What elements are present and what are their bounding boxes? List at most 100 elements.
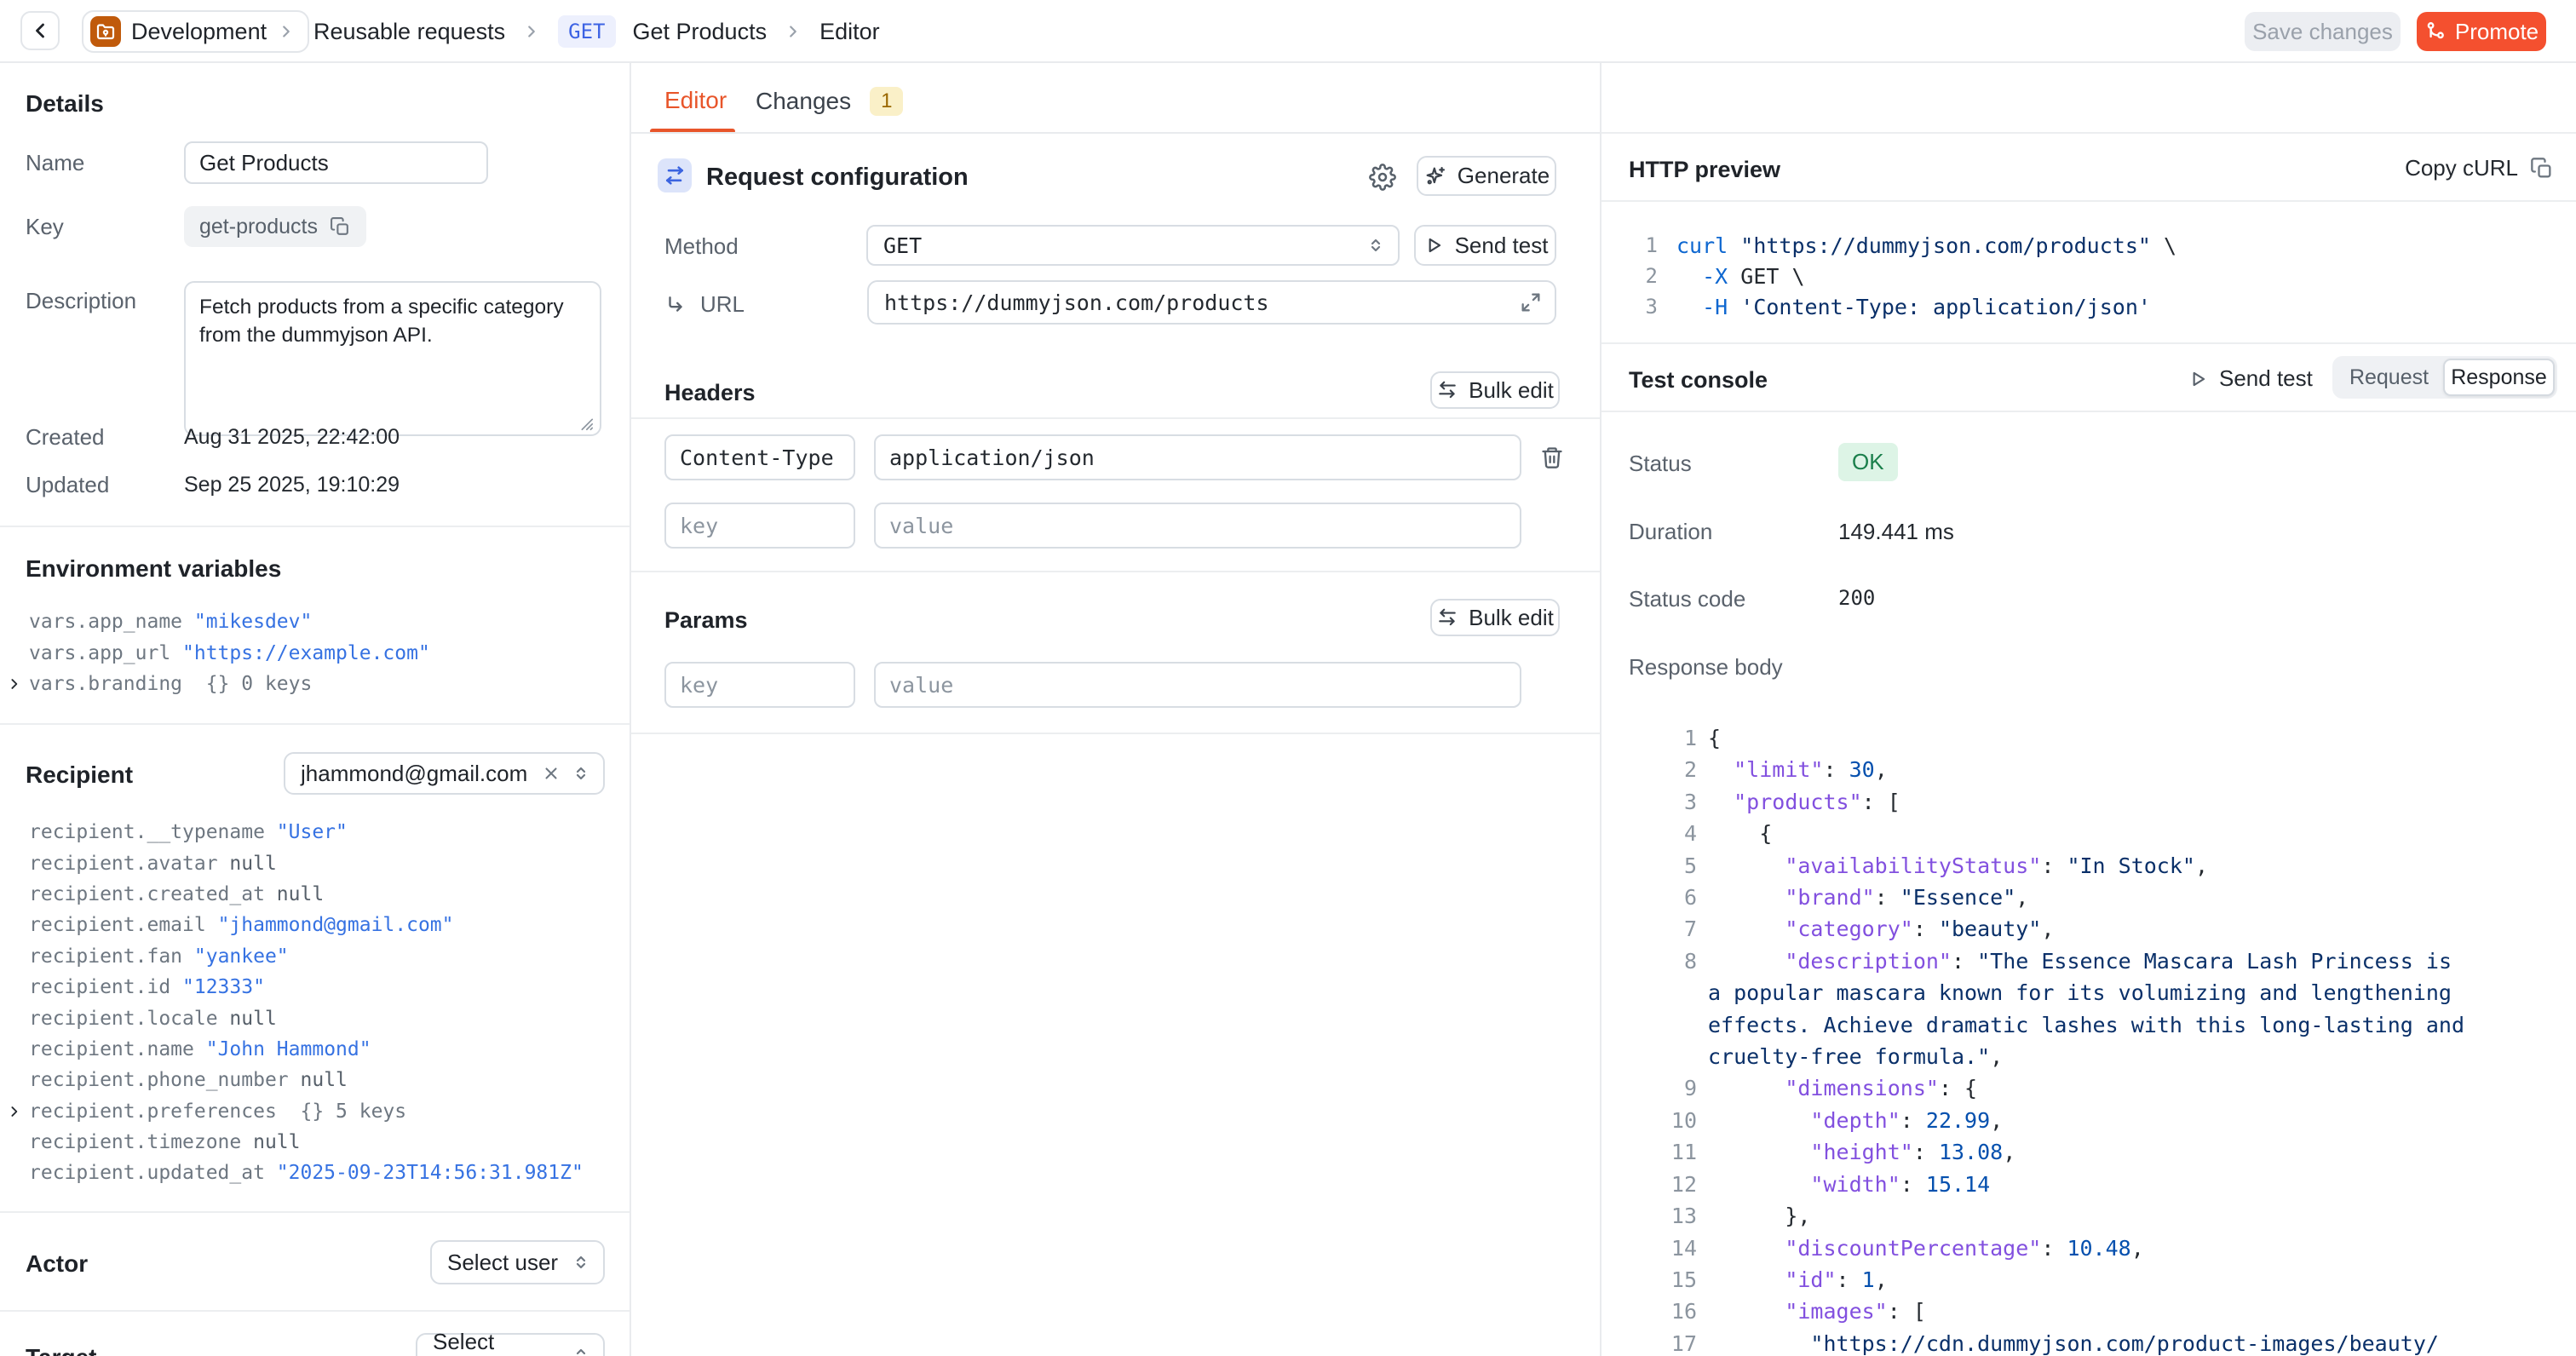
attribute-value: "John Hammond": [206, 1038, 371, 1060]
chevron-right-icon[interactable]: [7, 1104, 21, 1118]
code-content: "brand": "Essence",: [1708, 882, 2500, 913]
breadcrumb-item-request-name[interactable]: Get Products: [633, 19, 768, 45]
generate-button[interactable]: Generate: [1417, 156, 1556, 196]
code-content: "availabilityStatus": "In Stock",: [1708, 850, 2500, 882]
target-select[interactable]: Select tenant: [416, 1333, 605, 1356]
divider: [1601, 132, 2576, 134]
value-input[interactable]: [874, 662, 1521, 708]
header-value-input[interactable]: [874, 434, 1521, 480]
method-badge: GET: [558, 15, 615, 48]
recipient-title: Recipient: [26, 761, 133, 789]
code-content: "height": 13.08,: [1708, 1136, 2500, 1168]
line-number: 14: [1629, 1232, 1697, 1264]
code-line: 9 "dimensions": {: [1629, 1072, 2567, 1104]
divider: [0, 723, 630, 725]
response-body-label: Response body: [1629, 654, 1783, 681]
attribute-value: "12333": [182, 976, 265, 998]
chevron-right-icon[interactable]: [7, 676, 21, 691]
code-line: 2 -X GET \: [1629, 261, 2559, 291]
toggle-response[interactable]: Response: [2443, 359, 2555, 396]
attribute-value: "jhammond@gmail.com": [218, 914, 454, 936]
code-line: 1{: [1629, 722, 2567, 754]
params-bulk-edit-button[interactable]: Bulk edit: [1430, 599, 1560, 636]
expand-icon[interactable]: [1519, 290, 1543, 314]
name-field[interactable]: [184, 141, 488, 184]
folder-lock-icon: [90, 16, 121, 47]
description-label: Description: [26, 288, 184, 314]
divider: [0, 1211, 630, 1213]
attribute-value: "yankee": [194, 945, 289, 968]
divider: [0, 1310, 630, 1312]
code-content: },: [1708, 1200, 2500, 1232]
toggle-request[interactable]: Request: [2335, 359, 2443, 396]
code-line: 7 "category": "beauty",: [1629, 913, 2567, 945]
preview-panel: HTTP preview Copy cURL 1curl "https://du…: [1600, 63, 2576, 1356]
attribute-row: recipient.__typename "User": [0, 817, 621, 848]
swap-arrows-icon: [1436, 606, 1458, 629]
attribute-row: recipient.id "12333": [0, 972, 621, 1003]
code-line: 10 "depth": 22.99,: [1629, 1105, 2567, 1136]
delete-row-button[interactable]: [1540, 445, 1564, 469]
divider: [631, 571, 1600, 572]
code-line: 12 "width": 15.14: [1629, 1169, 2567, 1200]
attribute-value: null: [301, 1069, 348, 1091]
attribute-row: recipient.avatar null: [0, 848, 621, 878]
copy-icon[interactable]: [330, 216, 351, 238]
code-line: 13 },: [1629, 1200, 2567, 1232]
attribute-row: recipient.created_at null: [0, 879, 621, 910]
chevron-right-icon: [522, 22, 541, 41]
code-line: 16 "images": [: [1629, 1296, 2567, 1327]
attribute-row: recipient.timezone null: [0, 1127, 621, 1158]
play-icon: [2187, 368, 2209, 390]
recipient-select[interactable]: jhammond@gmail.com: [284, 752, 605, 795]
send-test-button[interactable]: Send test: [1414, 225, 1556, 266]
key-input[interactable]: [664, 662, 855, 708]
attribute-key: vars.app_name: [29, 611, 194, 633]
tab-changes[interactable]: Changes 1: [756, 87, 903, 116]
attribute-row: recipient.email "jhammond@gmail.com": [0, 910, 621, 940]
breadcrumb-item-reusable-requests[interactable]: Reusable requests: [313, 19, 505, 45]
promote-button[interactable]: Promote: [2417, 12, 2546, 51]
key-input[interactable]: [664, 503, 855, 549]
attribute-row: recipient.locale null: [0, 1003, 621, 1033]
code-content: "width": 15.14: [1708, 1169, 2500, 1200]
code-content: "products": [: [1708, 786, 2500, 818]
actor-select[interactable]: Select user: [430, 1240, 605, 1284]
attribute-row: recipient.preferences {} 5 keys: [0, 1096, 621, 1127]
code-line: 6 "brand": "Essence",: [1629, 882, 2567, 913]
merge-icon: [2424, 20, 2447, 43]
method-select[interactable]: GET: [866, 225, 1400, 266]
line-number: 8: [1629, 945, 1697, 1073]
attribute-value: null: [229, 853, 276, 875]
headers-bulk-edit-button[interactable]: Bulk edit: [1430, 371, 1560, 409]
value-input[interactable]: [874, 503, 1521, 549]
attribute-key: recipient.timezone: [29, 1131, 253, 1153]
gear-icon[interactable]: [1366, 160, 1400, 194]
breadcrumb: Reusable requests GET Get Products Edito…: [313, 0, 880, 63]
project-switcher[interactable]: Development: [82, 10, 309, 53]
header-key-input[interactable]: [664, 434, 855, 480]
description-textarea[interactable]: Fetch products from a specific category …: [184, 281, 601, 436]
params-title: Params: [664, 607, 748, 634]
target-label: Target: [26, 1344, 97, 1356]
env-vars-list: vars.app_name "mikesdev"vars.app_url "ht…: [0, 606, 621, 699]
code-line: 11 "height": 13.08,: [1629, 1136, 2567, 1168]
code-line: 8 "description": "The Essence Mascara La…: [1629, 945, 2567, 1073]
line-number: 3: [1629, 295, 1658, 319]
divider: [631, 417, 1600, 419]
back-button[interactable]: [20, 11, 60, 50]
url-label: URL: [664, 291, 745, 318]
url-field[interactable]: https://dummyjson.com/products: [867, 280, 1556, 325]
attribute-value: {} 0 keys: [194, 673, 312, 695]
code-content: "id": 1,: [1708, 1264, 2500, 1296]
console-send-test-button[interactable]: Send test: [2187, 365, 2313, 392]
code-content: "discountPercentage": 10.48,: [1708, 1232, 2500, 1264]
copy-curl-button[interactable]: Copy cURL: [2405, 155, 2554, 181]
details-title: Details: [26, 90, 104, 118]
save-changes-button[interactable]: Save changes: [2245, 12, 2401, 51]
http-preview-title: HTTP preview: [1629, 157, 1780, 183]
tab-editor[interactable]: Editor: [664, 87, 727, 114]
clear-icon[interactable]: [542, 764, 561, 783]
code-line: 14 "discountPercentage": 10.48,: [1629, 1232, 2567, 1264]
attribute-row: vars.app_url "https://example.com": [0, 637, 621, 668]
